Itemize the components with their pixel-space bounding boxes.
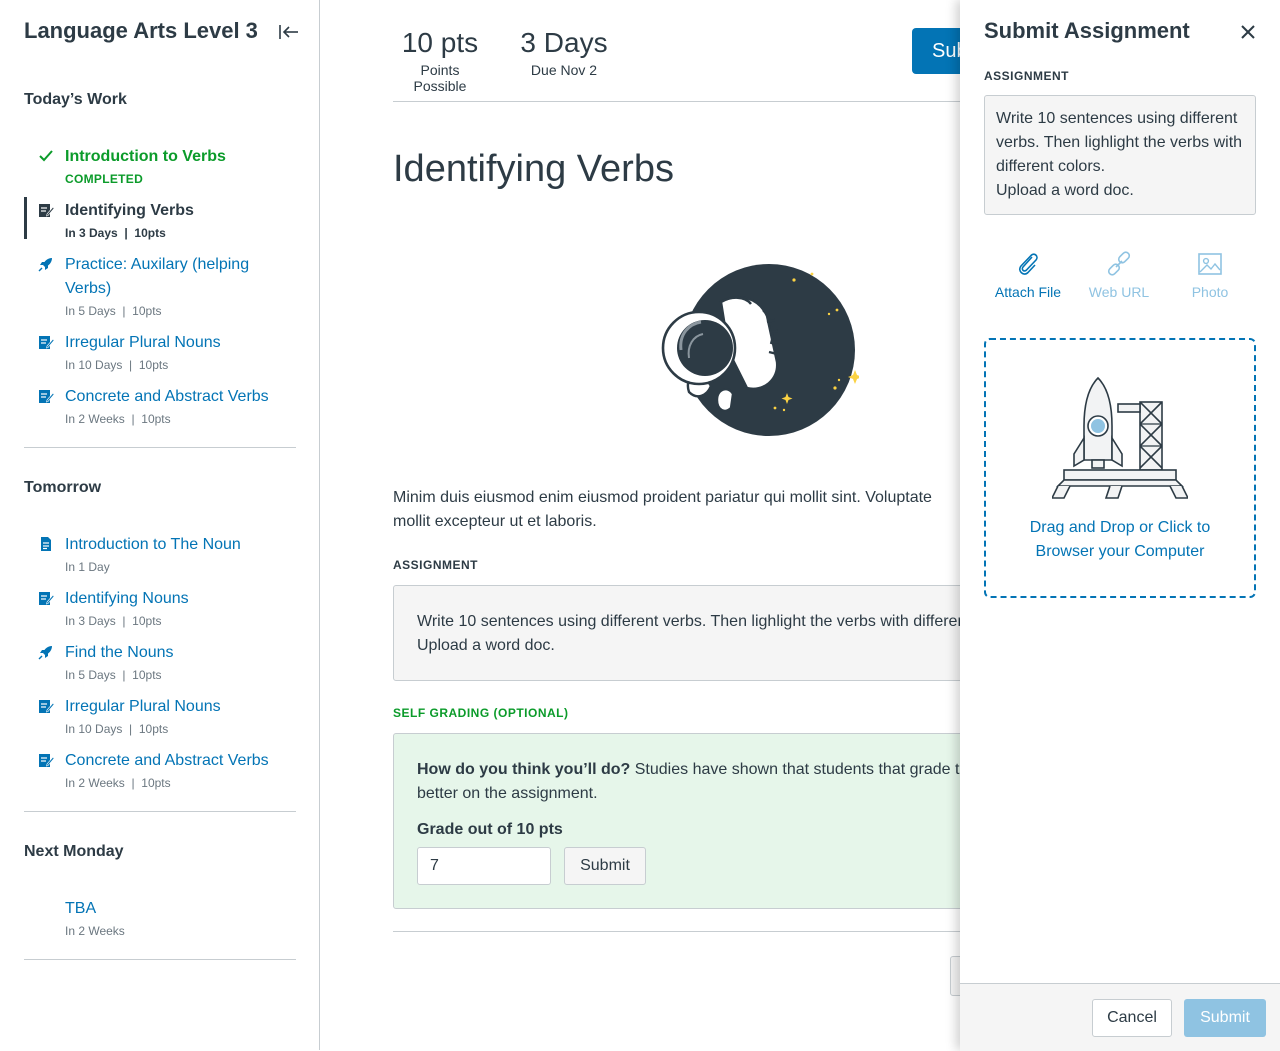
item-meta: In 2 Weeks (65, 924, 125, 938)
item-meta: In 5 Days | 10pts (65, 668, 162, 682)
page-icon (41, 537, 51, 551)
sidebar-item-label[interactable]: Find the Nouns (65, 641, 285, 665)
points-stat: 10 pts Points Possible (393, 26, 487, 94)
item-meta: In 10 Days | 10pts (65, 358, 169, 372)
section-today: Today’s Work (24, 91, 296, 109)
active-indicator (24, 197, 27, 239)
close-icon[interactable] (1236, 20, 1260, 44)
tray-assignment-text: Write 10 sentences using different verbs… (984, 95, 1256, 215)
check-icon (39, 150, 53, 162)
assignment-line: Upload a word doc. (417, 637, 555, 654)
assignment-icon (39, 204, 54, 217)
web-url-label: Web URL (1088, 284, 1150, 300)
assignment-description: Minim duis eiusmod enim eiusmod proident… (393, 489, 932, 530)
points-value: 10 pts (401, 27, 479, 58)
section-divider (24, 811, 296, 812)
tray-footer: Cancel Submit (960, 983, 1280, 1051)
assignment-icon (39, 754, 54, 767)
section-next-monday: Next Monday (24, 843, 296, 861)
sidebar-item-label[interactable]: Identifying Nouns (65, 587, 285, 611)
section-tomorrow: Tomorrow (24, 479, 296, 497)
sidebar-item-label[interactable]: Concrete and Abstract Verbs (65, 749, 285, 773)
section-divider (24, 959, 296, 960)
self-grading-heading: SELF GRADING (OPTIONAL) (393, 706, 569, 720)
assignment-icon (39, 700, 54, 713)
link-icon (1107, 251, 1131, 276)
grading-question: How do you think you’ll do? Studies have… (417, 761, 992, 778)
header-divider (393, 101, 993, 102)
assignment-icon (39, 336, 54, 349)
item-meta: In 2 Weeks | 10pts (65, 412, 171, 426)
item-meta: In 1 Day (65, 560, 110, 574)
sidebar-item-label[interactable]: Irregular Plural Nouns (65, 695, 285, 719)
attach-file-option[interactable]: Attach File (983, 250, 1073, 300)
rocket-launch-illustration (1052, 376, 1188, 499)
assignment-heading: ASSIGNMENT (393, 558, 479, 572)
paperclip-icon (1018, 253, 1038, 275)
sidebar-item-label[interactable]: Irregular Plural Nouns (65, 331, 285, 355)
tray-submit-button[interactable]: Submit (1184, 999, 1266, 1037)
points-caption: Points Possible (413, 62, 467, 94)
footer-divider (393, 931, 993, 932)
item-meta: In 5 Days | 10pts (65, 304, 162, 318)
submit-assignment-tray: Submit Assignment ASSIGNMENT Write 10 se… (960, 0, 1280, 1051)
due-value: 3 Days (520, 27, 608, 58)
attach-file-label: Attach File (994, 284, 1062, 300)
page-title: Identifying Verbs (393, 148, 674, 190)
grade-label: Grade out of 10 pts (417, 821, 563, 838)
sidebar-item-label[interactable]: Concrete and Abstract Verbs (65, 385, 285, 409)
grade-input[interactable]: 7 (417, 847, 551, 885)
item-meta: In 10 Days | 10pts (65, 722, 169, 736)
section-title: Next Monday (24, 843, 124, 860)
sidebar-item-label[interactable]: Introduction to Verbs (65, 145, 285, 169)
sidebar-item-label[interactable]: Introduction to The Noun (65, 533, 285, 557)
file-dropzone[interactable]: Drag and Drop or Click to Browser your C… (984, 338, 1256, 598)
section-title: Tomorrow (24, 479, 102, 496)
sidebar-item-label[interactable]: TBA (65, 897, 285, 921)
photo-label: Photo (1191, 284, 1229, 300)
sidebar-item-label[interactable]: Practice: Auxilary (helping Verbs) (65, 253, 285, 301)
status-badge: COMPLETED (65, 172, 144, 186)
rocket-icon (38, 258, 52, 272)
tray-assignment-line: Write 10 sentences using different verbs… (996, 110, 1243, 175)
sidebar-item-label[interactable]: Identifying Verbs (65, 199, 285, 223)
grade-submit-button[interactable]: Submit (564, 847, 646, 885)
tray-assignment-line: Upload a word doc. (996, 182, 1134, 199)
assignment-instructions: Write 10 sentences using different verbs… (393, 585, 993, 681)
due-caption: Due Nov 2 (530, 62, 598, 78)
photo-option[interactable]: Photo (1165, 250, 1255, 300)
rocket-icon (38, 646, 52, 660)
course-title: Language Arts Level 3 (24, 18, 258, 43)
sidebar: Language Arts Level 3 Today’s Work Intro… (0, 0, 320, 1050)
section-divider (24, 447, 296, 448)
item-meta: In 3 Days | 10pts (65, 226, 166, 240)
grading-question-line2: better on the assignment. (417, 785, 598, 802)
collapse-sidebar-icon[interactable] (276, 20, 302, 44)
section-title: Today’s Work (24, 91, 127, 108)
web-url-option[interactable]: Web URL (1074, 250, 1164, 300)
item-meta: In 2 Weeks | 10pts (65, 776, 171, 790)
due-stat: 3 Days Due Nov 2 (519, 26, 609, 78)
tray-assignment-heading: ASSIGNMENT (984, 69, 1070, 83)
item-meta: In 3 Days | 10pts (65, 614, 162, 628)
assignment-icon (39, 592, 54, 605)
tray-title: Submit Assignment (984, 18, 1190, 43)
cancel-button[interactable]: Cancel (1092, 999, 1172, 1037)
dropzone-text: Drag and Drop or Click to Browser your C… (1029, 519, 1211, 560)
assignment-line: Write 10 sentences using different verbs… (417, 613, 993, 630)
self-grading-panel: How do you think you’ll do? Studies have… (393, 733, 993, 909)
assignment-icon (39, 390, 54, 403)
image-icon (1198, 253, 1222, 275)
astronaut-illustration (661, 264, 859, 436)
